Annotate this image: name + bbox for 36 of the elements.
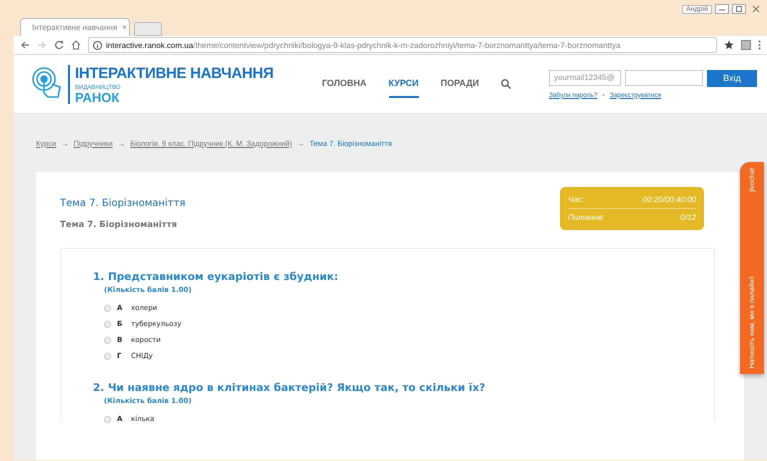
timer-value: 0/12 (680, 213, 696, 222)
menu-icon[interactable] (758, 40, 761, 50)
reload-icon[interactable] (54, 40, 64, 50)
page-title: Тема 7. Біорізноманіття (60, 198, 186, 209)
url-text: interactive.ranok.com.ua/theme/contentview/pdrychniki/bologya-9-klas-pdrychnik-k-m-zadorozhniyi/tema-7-borznomanttya/tema-7-borznomanttya (106, 40, 620, 50)
nav-link[interactable]: ГОЛОВНА (322, 70, 367, 98)
login-button[interactable]: Вхід (707, 70, 757, 86)
touch-logo-icon (32, 67, 62, 101)
maximize-icon[interactable] (732, 4, 746, 14)
page-subtitle: Тема 7. Біорізноманіття (60, 220, 178, 230)
password-field[interactable] (625, 70, 703, 86)
info-icon (93, 40, 102, 50)
logo-brand: РАНОК (75, 90, 120, 104)
search-icon[interactable] (501, 79, 511, 89)
browser-tab[interactable]: Інтерактивне навчання × (20, 18, 130, 36)
nav-link[interactable]: КУРСИ (388, 70, 419, 98)
tab-title: Інтерактивне навчання (32, 23, 118, 32)
minimize-icon[interactable] (715, 4, 729, 14)
timer-label: Час: (568, 195, 584, 204)
radio-button[interactable] (104, 352, 111, 360)
home-icon[interactable] (71, 40, 81, 50)
radio-button[interactable] (104, 336, 111, 344)
timer-label: Питання: (568, 213, 605, 222)
star-icon[interactable] (724, 40, 734, 50)
back-icon[interactable] (20, 40, 30, 50)
question-text: 2. Чи наявне ядро в клітинах бактерій? Якщо так, то скільки їх? (93, 382, 486, 394)
radio-button[interactable] (104, 304, 111, 312)
address-bar[interactable]: interactive.ranok.com.ua/theme/contentview/pdrychniki/bologya-9-klas-pdrychnik-k-m-zadorozhniyi/tema-7-borznomanttya/tema-7-borznomanttya (88, 37, 717, 53)
email-field[interactable]: yourmail12345@ (549, 70, 621, 86)
radio-button[interactable] (104, 416, 111, 422)
logo-title: ІНТЕРАКТИВНЕ НАВЧАННЯ (75, 64, 274, 82)
radio-button[interactable] (104, 320, 111, 328)
question-text: 1. Представником еукаріотів є збудник: (93, 271, 340, 283)
tab-close-button[interactable]: × (122, 23, 127, 32)
nav-link[interactable]: ПОРАДИ (440, 70, 479, 98)
timer-value: 00:20/00:40:00 (642, 195, 696, 204)
